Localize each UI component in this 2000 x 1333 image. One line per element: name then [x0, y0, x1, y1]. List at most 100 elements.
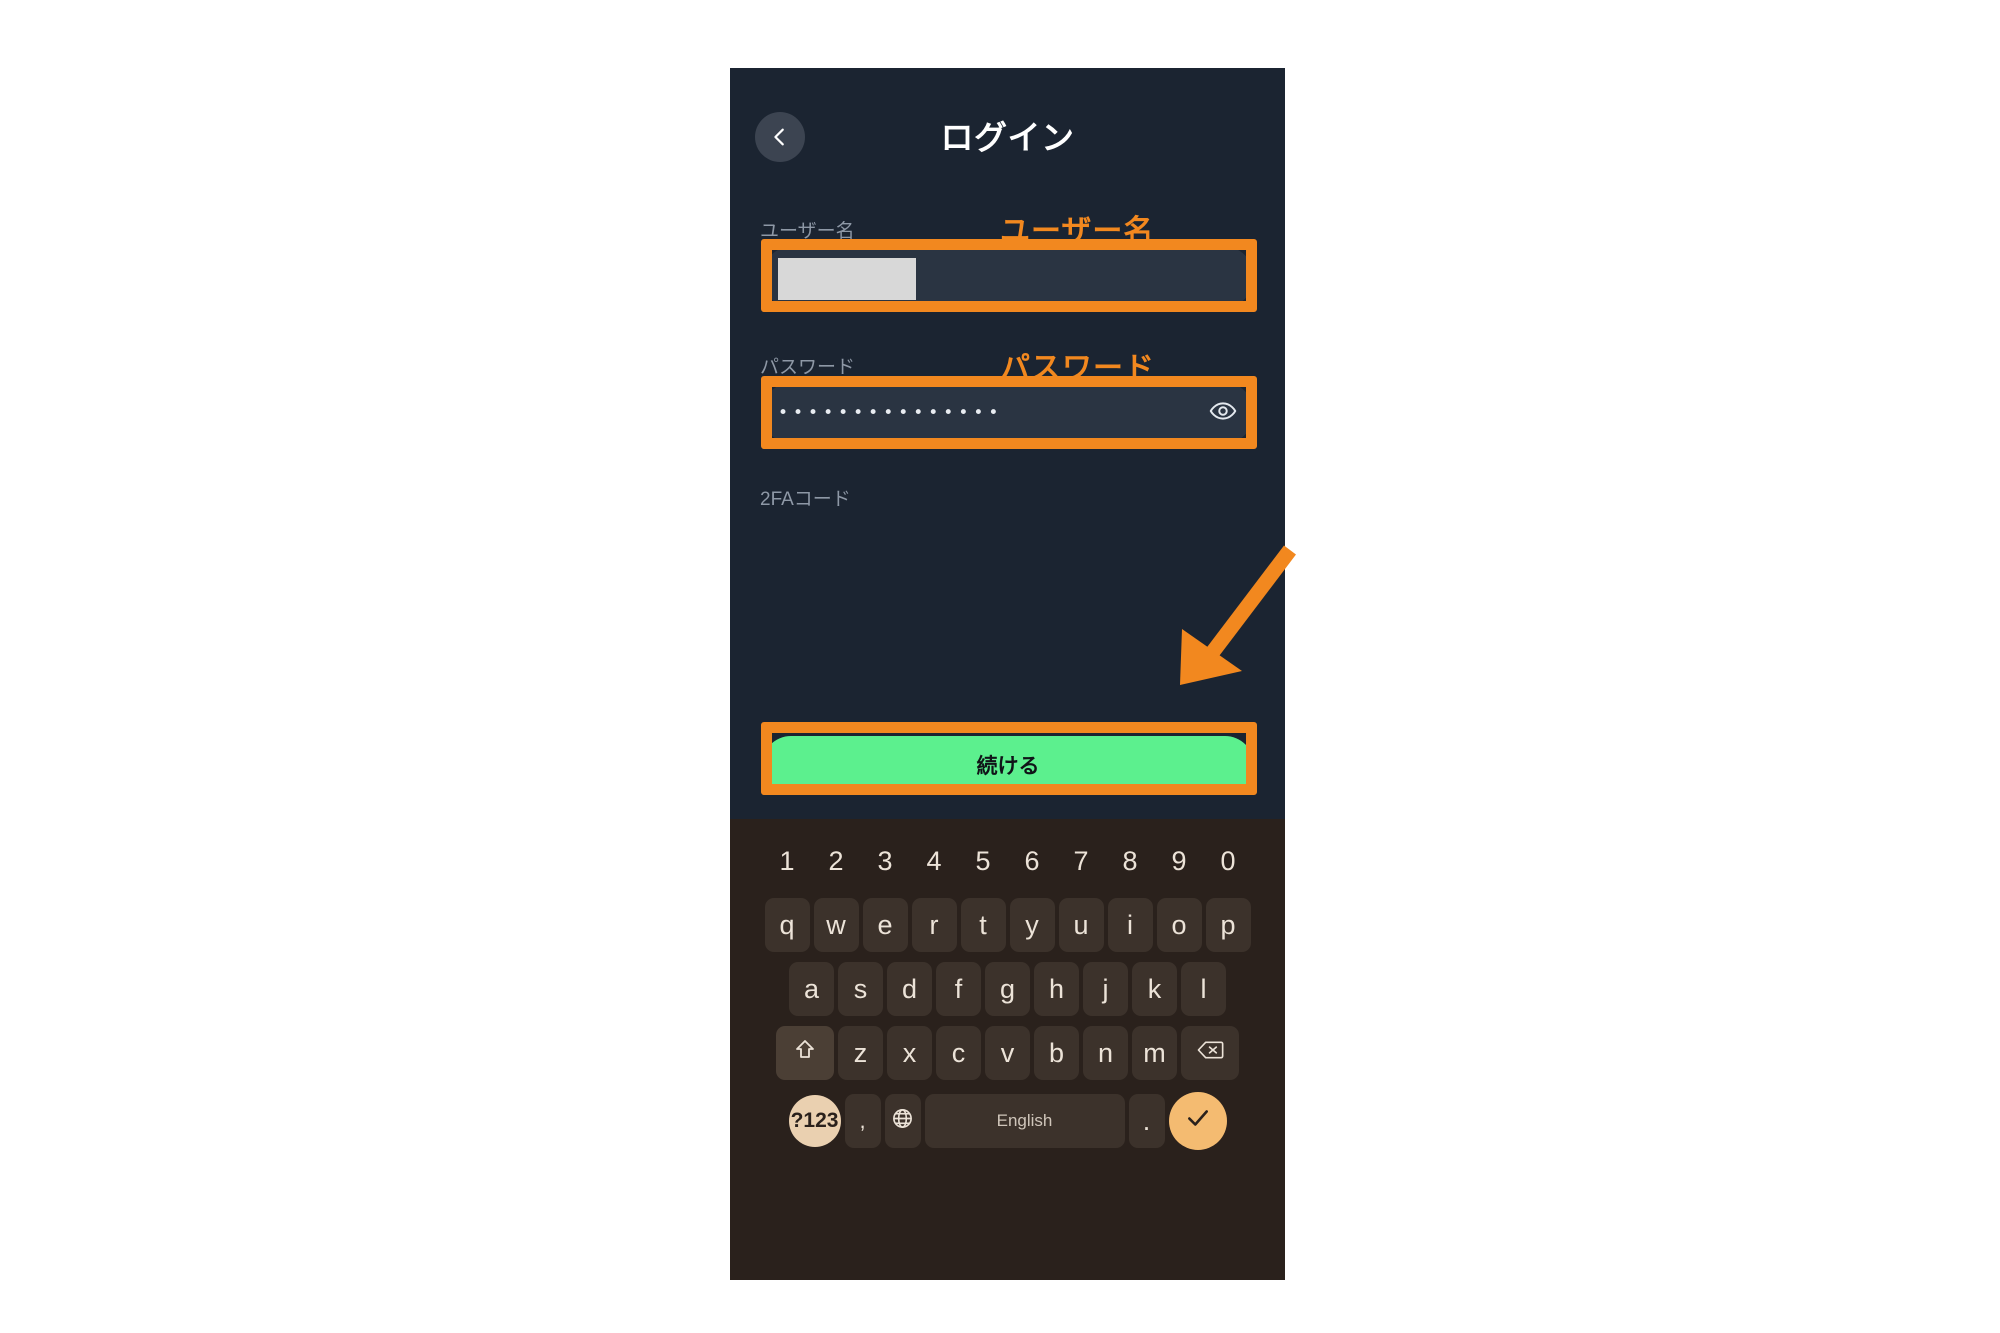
letter-key-l[interactable]: l: [1181, 962, 1226, 1016]
letter-key-g[interactable]: g: [985, 962, 1030, 1016]
letter-key-d[interactable]: d: [887, 962, 932, 1016]
on-screen-keyboard: 1 2 3 4 5 6 7 8 9 0 qwe r t y u i o p a s d f g h j k l z x c v b nm: [730, 819, 1285, 1280]
letter-key-v-label: v: [1000, 1037, 1015, 1068]
backspace-key[interactable]: [1181, 1026, 1239, 1080]
symbols-key[interactable]: ?123: [788, 1095, 841, 1147]
twofa-label: 2FAコード: [760, 489, 851, 510]
shift-arrow-icon: [793, 1038, 817, 1069]
number-key-5-label: 5: [975, 845, 991, 876]
letter-key-w[interactable]: w: [813, 898, 859, 952]
shift-key[interactable]: [776, 1026, 834, 1080]
password-input[interactable]: •••••••••••••••: [762, 382, 1254, 444]
backspace-icon: [1197, 1038, 1224, 1069]
letter-key-q[interactable]: q: [764, 898, 810, 952]
number-key-0[interactable]: 0: [1204, 837, 1253, 885]
letter-key-q-label: q: [779, 909, 795, 940]
number-key-9[interactable]: 9: [1155, 837, 1204, 885]
number-key-0-label: 0: [1220, 845, 1236, 876]
letter-key-p-label: p: [1220, 909, 1236, 940]
number-key-5[interactable]: 5: [959, 837, 1008, 885]
number-key-9-label: 9: [1171, 845, 1187, 876]
letter-key-a[interactable]: a: [789, 962, 834, 1016]
letter-key-f-label: f: [954, 973, 963, 1004]
number-key-4-label: 4: [926, 845, 942, 876]
enter-key[interactable]: [1168, 1092, 1227, 1150]
letter-key-j[interactable]: j: [1083, 962, 1128, 1016]
letter-key-g-label: g: [999, 973, 1016, 1004]
letter-key-b[interactable]: b: [1034, 1026, 1079, 1080]
letter-key-c-label: c: [951, 1037, 966, 1068]
letter-key-d-label: d: [901, 973, 918, 1004]
comma-key[interactable]: ,: [844, 1094, 881, 1148]
keyboard-row-z: z x c v b nm: [730, 1025, 1285, 1081]
letter-key-k-label: k: [1147, 973, 1162, 1004]
letter-key-e-label: e: [877, 909, 893, 940]
letter-key-z-label: z: [853, 1037, 868, 1068]
letter-key-n[interactable]: n: [1083, 1026, 1128, 1080]
username-redaction: [778, 258, 916, 300]
letter-key-o[interactable]: o: [1156, 898, 1202, 952]
letter-key-s-label: s: [853, 973, 868, 1004]
number-key-2[interactable]: 2: [812, 837, 861, 885]
letter-key-c[interactable]: c: [936, 1026, 981, 1080]
letter-key-f[interactable]: f: [936, 962, 981, 1016]
username-input[interactable]: [762, 246, 1254, 308]
annotation-text-username: ユーザー名: [1000, 215, 1155, 248]
letter-key-v[interactable]: v: [985, 1026, 1030, 1080]
number-key-3[interactable]: 3: [861, 837, 910, 885]
letter-key-u-label: u: [1073, 909, 1089, 940]
number-key-3-label: 3: [877, 845, 893, 876]
letter-key-z[interactable]: z: [838, 1026, 883, 1080]
login-screen: ログイン ユーザー名 パスワード ••••••••••••••• 2FAコード …: [730, 68, 1285, 819]
letter-key-i[interactable]: i: [1107, 898, 1153, 952]
space-key-label: English: [996, 1111, 1053, 1130]
number-key-1-label: 1: [779, 845, 795, 876]
symbols-key-label: ?123: [790, 1109, 839, 1132]
letter-key-e[interactable]: e: [862, 898, 908, 952]
letter-key-k[interactable]: k: [1132, 962, 1177, 1016]
keyboard-row-a: a s d f g hjk l: [730, 961, 1285, 1017]
letter-key-u[interactable]: u: [1058, 898, 1104, 952]
letter-key-x[interactable]: x: [887, 1026, 932, 1080]
period-key[interactable]: .: [1128, 1094, 1165, 1148]
number-key-8[interactable]: 8: [1106, 837, 1155, 885]
letter-key-w-label: w: [826, 909, 846, 940]
comma-key-label: ,: [859, 1108, 866, 1133]
letter-key-r[interactable]: r: [911, 898, 957, 952]
number-key-7[interactable]: 7: [1057, 837, 1106, 885]
letter-key-x-label: x: [902, 1037, 917, 1068]
keyboard-number-row: 1 2 3 4 5 6 7 8 9 0: [730, 837, 1285, 885]
number-key-1[interactable]: 1: [763, 837, 812, 885]
number-key-6[interactable]: 6: [1008, 837, 1057, 885]
letter-key-y-label: y: [1025, 909, 1039, 940]
letter-key-t-label: t: [979, 909, 987, 940]
language-key[interactable]: [884, 1094, 921, 1148]
letter-key-h[interactable]: h: [1034, 962, 1079, 1016]
annotation-text-password: パスワード: [1000, 352, 1155, 385]
number-key-4[interactable]: 4: [910, 837, 959, 885]
toggle-password-visibility-button[interactable]: [1206, 396, 1240, 430]
letter-key-l-label: l: [1200, 973, 1207, 1004]
space-key[interactable]: English: [924, 1094, 1125, 1148]
letter-key-o-label: o: [1171, 909, 1187, 940]
letter-key-m-label: m: [1143, 1037, 1166, 1068]
password-label: パスワード: [760, 357, 856, 378]
checkmark-icon: [1185, 1105, 1211, 1138]
letter-key-t[interactable]: t: [960, 898, 1006, 952]
number-key-8-label: 8: [1122, 845, 1138, 876]
letter-key-n-label: n: [1097, 1037, 1114, 1068]
letter-key-m[interactable]: m: [1132, 1026, 1177, 1080]
number-key-2-label: 2: [828, 845, 844, 876]
letter-key-b-label: b: [1048, 1037, 1065, 1068]
eye-icon: [1209, 397, 1237, 430]
screenshot-canvas: ログイン ユーザー名 パスワード ••••••••••••••• 2FAコード …: [0, 0, 2000, 1333]
globe-icon: [891, 1107, 914, 1136]
period-key-label: .: [1142, 1105, 1151, 1136]
continue-button[interactable]: 続ける: [762, 736, 1254, 794]
letter-key-p[interactable]: p: [1205, 898, 1251, 952]
letter-key-y[interactable]: y: [1009, 898, 1055, 952]
letter-key-s[interactable]: s: [838, 962, 883, 1016]
letter-key-i-label: i: [1127, 909, 1133, 940]
letter-key-h-label: h: [1048, 973, 1065, 1004]
letter-key-a-label: a: [803, 973, 820, 1004]
